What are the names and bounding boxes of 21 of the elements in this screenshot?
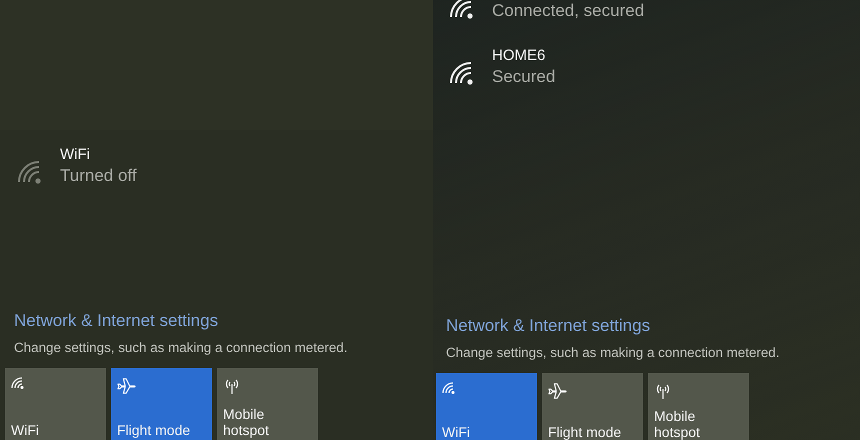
network-settings-link[interactable]: Network & Internet settings — [446, 316, 650, 336]
airplane-tile[interactable]: Flight mode — [542, 373, 643, 440]
wifi-tile[interactable]: WiFi — [436, 373, 537, 440]
network-status: Secured — [492, 67, 556, 87]
network-name: WiFi — [60, 146, 91, 163]
network-settings-link[interactable]: Network & Internet settings — [14, 311, 218, 331]
airplane-tile[interactable]: Flight mode — [111, 368, 212, 440]
network-status: Turned off — [60, 166, 137, 186]
airplane-icon — [548, 382, 568, 400]
network-status: Connected, secured — [492, 1, 644, 21]
settings-description: Change settings, such as making a connection metered. — [446, 345, 780, 360]
wifi-icon — [442, 382, 456, 394]
hotspot-tile[interactable]: Mobile hotspot — [648, 373, 749, 440]
airplane-icon — [117, 377, 137, 395]
hotspot-tile[interactable]: Mobile hotspot — [217, 368, 318, 440]
hotspot-icon — [654, 382, 672, 400]
hotspot-icon — [223, 377, 241, 395]
wifi-tile[interactable]: WiFi — [5, 368, 106, 440]
wifi-icon — [11, 377, 25, 389]
network-name: HOME6 — [492, 47, 546, 64]
settings-description: Change settings, such as making a connection metered. — [14, 340, 348, 355]
